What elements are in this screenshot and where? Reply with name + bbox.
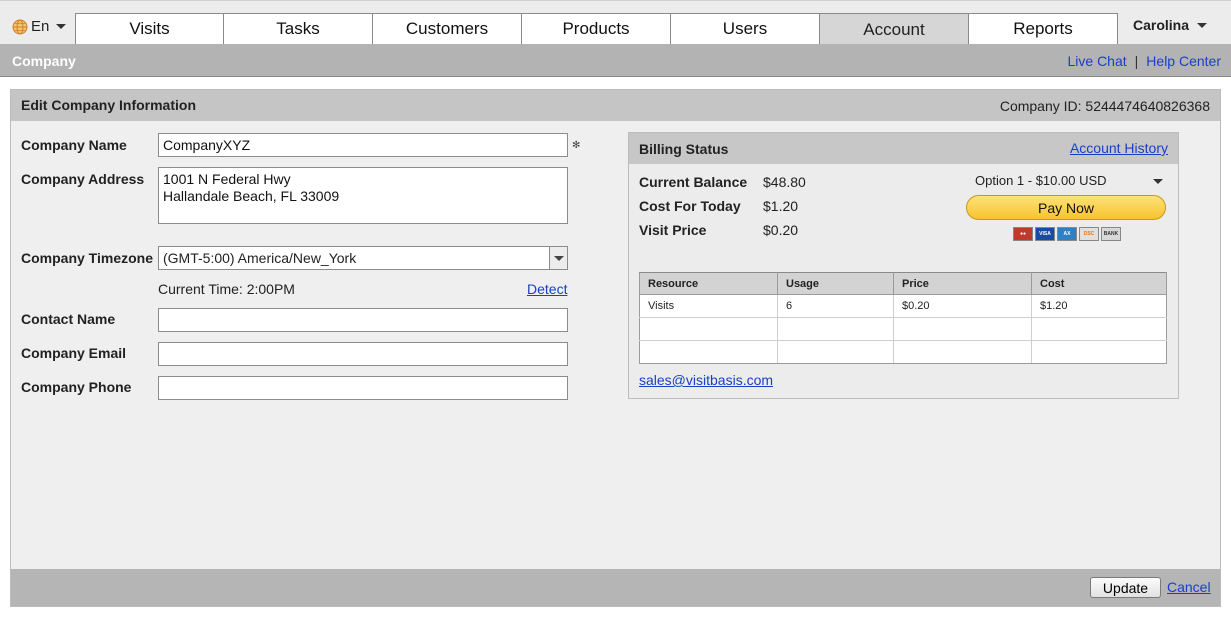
table-cell [639, 317, 778, 341]
cost-today-value: $1.20 [763, 198, 799, 214]
panel-header: Edit Company Information Company ID: 524… [11, 90, 1220, 121]
tab-customers[interactable]: Customers [373, 13, 522, 45]
current-time: Current Time: 2:00PM [158, 281, 295, 297]
language-label: En [31, 18, 50, 35]
cancel-link[interactable]: Cancel [1167, 579, 1211, 595]
main-tabs: Visits Tasks Customers Products Users Ac… [75, 13, 1118, 46]
table-cell: Visits [639, 294, 778, 318]
table-cell: $1.20 [1031, 294, 1167, 318]
billing-status-box: Billing Status Account History Current B… [628, 132, 1179, 399]
company-email-input[interactable] [158, 342, 568, 366]
billing-title: Billing Status [639, 141, 729, 157]
company-timezone-label: Company Timezone [21, 250, 153, 266]
table-cell [893, 317, 1032, 341]
update-button[interactable]: Update [1090, 577, 1161, 598]
link-separator: | [1134, 53, 1139, 69]
current-balance-value: $48.80 [763, 174, 806, 190]
table-cell [1031, 317, 1167, 341]
current-balance-label: Current Balance [639, 174, 748, 190]
company-address-field[interactable] [158, 167, 568, 224]
required-mark: ✻ [572, 140, 581, 151]
table-header-row: Resource Usage Price Cost [639, 272, 1167, 295]
chevron-down-icon [56, 24, 67, 29]
company-phone-label: Company Phone [21, 379, 132, 395]
sub-header: Company Live Chat | Help Center [0, 44, 1231, 77]
tab-tasks[interactable]: Tasks [224, 13, 373, 45]
table-row: Visits 6 $0.20 $1.20 [639, 294, 1167, 318]
cost-today-label: Cost For Today [639, 198, 741, 214]
amex-icon: AX [1057, 227, 1077, 241]
user-menu[interactable]: Carolina [1133, 17, 1208, 33]
chevron-down-icon [1153, 179, 1163, 184]
form-footer: Update Cancel [11, 569, 1220, 606]
bank-icon: BANK [1101, 227, 1121, 241]
column-header: Price [893, 272, 1032, 295]
column-header: Usage [777, 272, 894, 295]
company-address-label: Company Address [21, 171, 145, 187]
tab-account[interactable]: Account [820, 13, 969, 46]
timezone-select[interactable]: (GMT-5:00) America/New_York [158, 246, 568, 270]
chevron-down-icon [1197, 22, 1208, 28]
table-cell [639, 340, 778, 364]
visit-price-value: $0.20 [763, 222, 799, 238]
payment-cards: ●● VISA AX DSC BANK [1013, 227, 1121, 241]
tab-visits[interactable]: Visits [75, 13, 224, 45]
payment-option-value: Option 1 - $10.00 USD [975, 173, 1107, 188]
page-title: Edit Company Information [21, 97, 196, 113]
visa-icon: VISA [1035, 227, 1055, 241]
breadcrumb: Company [12, 53, 76, 69]
contact-name-label: Contact Name [21, 311, 116, 327]
visit-price-label: Visit Price [639, 222, 707, 238]
user-name: Carolina [1133, 17, 1190, 33]
tab-products[interactable]: Products [522, 13, 671, 45]
payment-option-select[interactable]: Option 1 - $10.00 USD [975, 173, 1163, 188]
mastercard-icon: ●● [1013, 227, 1033, 241]
table-row [639, 317, 1167, 341]
sales-email-link[interactable]: sales@visitbasis.com [639, 372, 773, 388]
billing-header: Billing Status Account History [629, 133, 1178, 164]
account-history-link[interactable]: Account History [1070, 140, 1168, 156]
chevron-down-icon [553, 255, 564, 261]
company-phone-input[interactable] [158, 376, 568, 400]
timezone-value: (GMT-5:00) America/New_York [163, 250, 357, 266]
live-chat-link[interactable]: Live Chat [1068, 53, 1127, 69]
usage-table: Resource Usage Price Cost Visits 6 $0.20… [639, 272, 1167, 364]
detect-timezone-link[interactable]: Detect [527, 281, 567, 297]
company-name-label: Company Name [21, 137, 127, 153]
table-row [639, 340, 1167, 364]
language-selector[interactable]: En [12, 18, 67, 35]
column-header: Cost [1031, 272, 1167, 295]
table-cell [777, 317, 894, 341]
table-cell [893, 340, 1032, 364]
select-arrow[interactable] [549, 247, 567, 269]
contact-name-input[interactable] [158, 308, 568, 332]
support-links: Live Chat | Help Center [1068, 53, 1222, 69]
top-nav-bar: En Visits Tasks Customers Products Users… [0, 0, 1231, 46]
tab-reports[interactable]: Reports [969, 13, 1118, 45]
table-cell [1031, 340, 1167, 364]
globe-icon [12, 19, 28, 34]
edit-company-panel: Edit Company Information Company ID: 524… [10, 89, 1221, 607]
tab-users[interactable]: Users [671, 13, 820, 45]
help-center-link[interactable]: Help Center [1146, 53, 1221, 69]
table-cell: $0.20 [893, 294, 1032, 318]
pay-now-button[interactable]: Pay Now [966, 195, 1166, 220]
table-cell: 6 [777, 294, 894, 318]
table-cell [777, 340, 894, 364]
column-header: Resource [639, 272, 778, 295]
discover-icon: DSC [1079, 227, 1099, 241]
company-id: Company ID: 5244474640826368 [999, 98, 1210, 114]
company-email-label: Company Email [21, 345, 127, 361]
company-name-input[interactable] [158, 133, 568, 157]
